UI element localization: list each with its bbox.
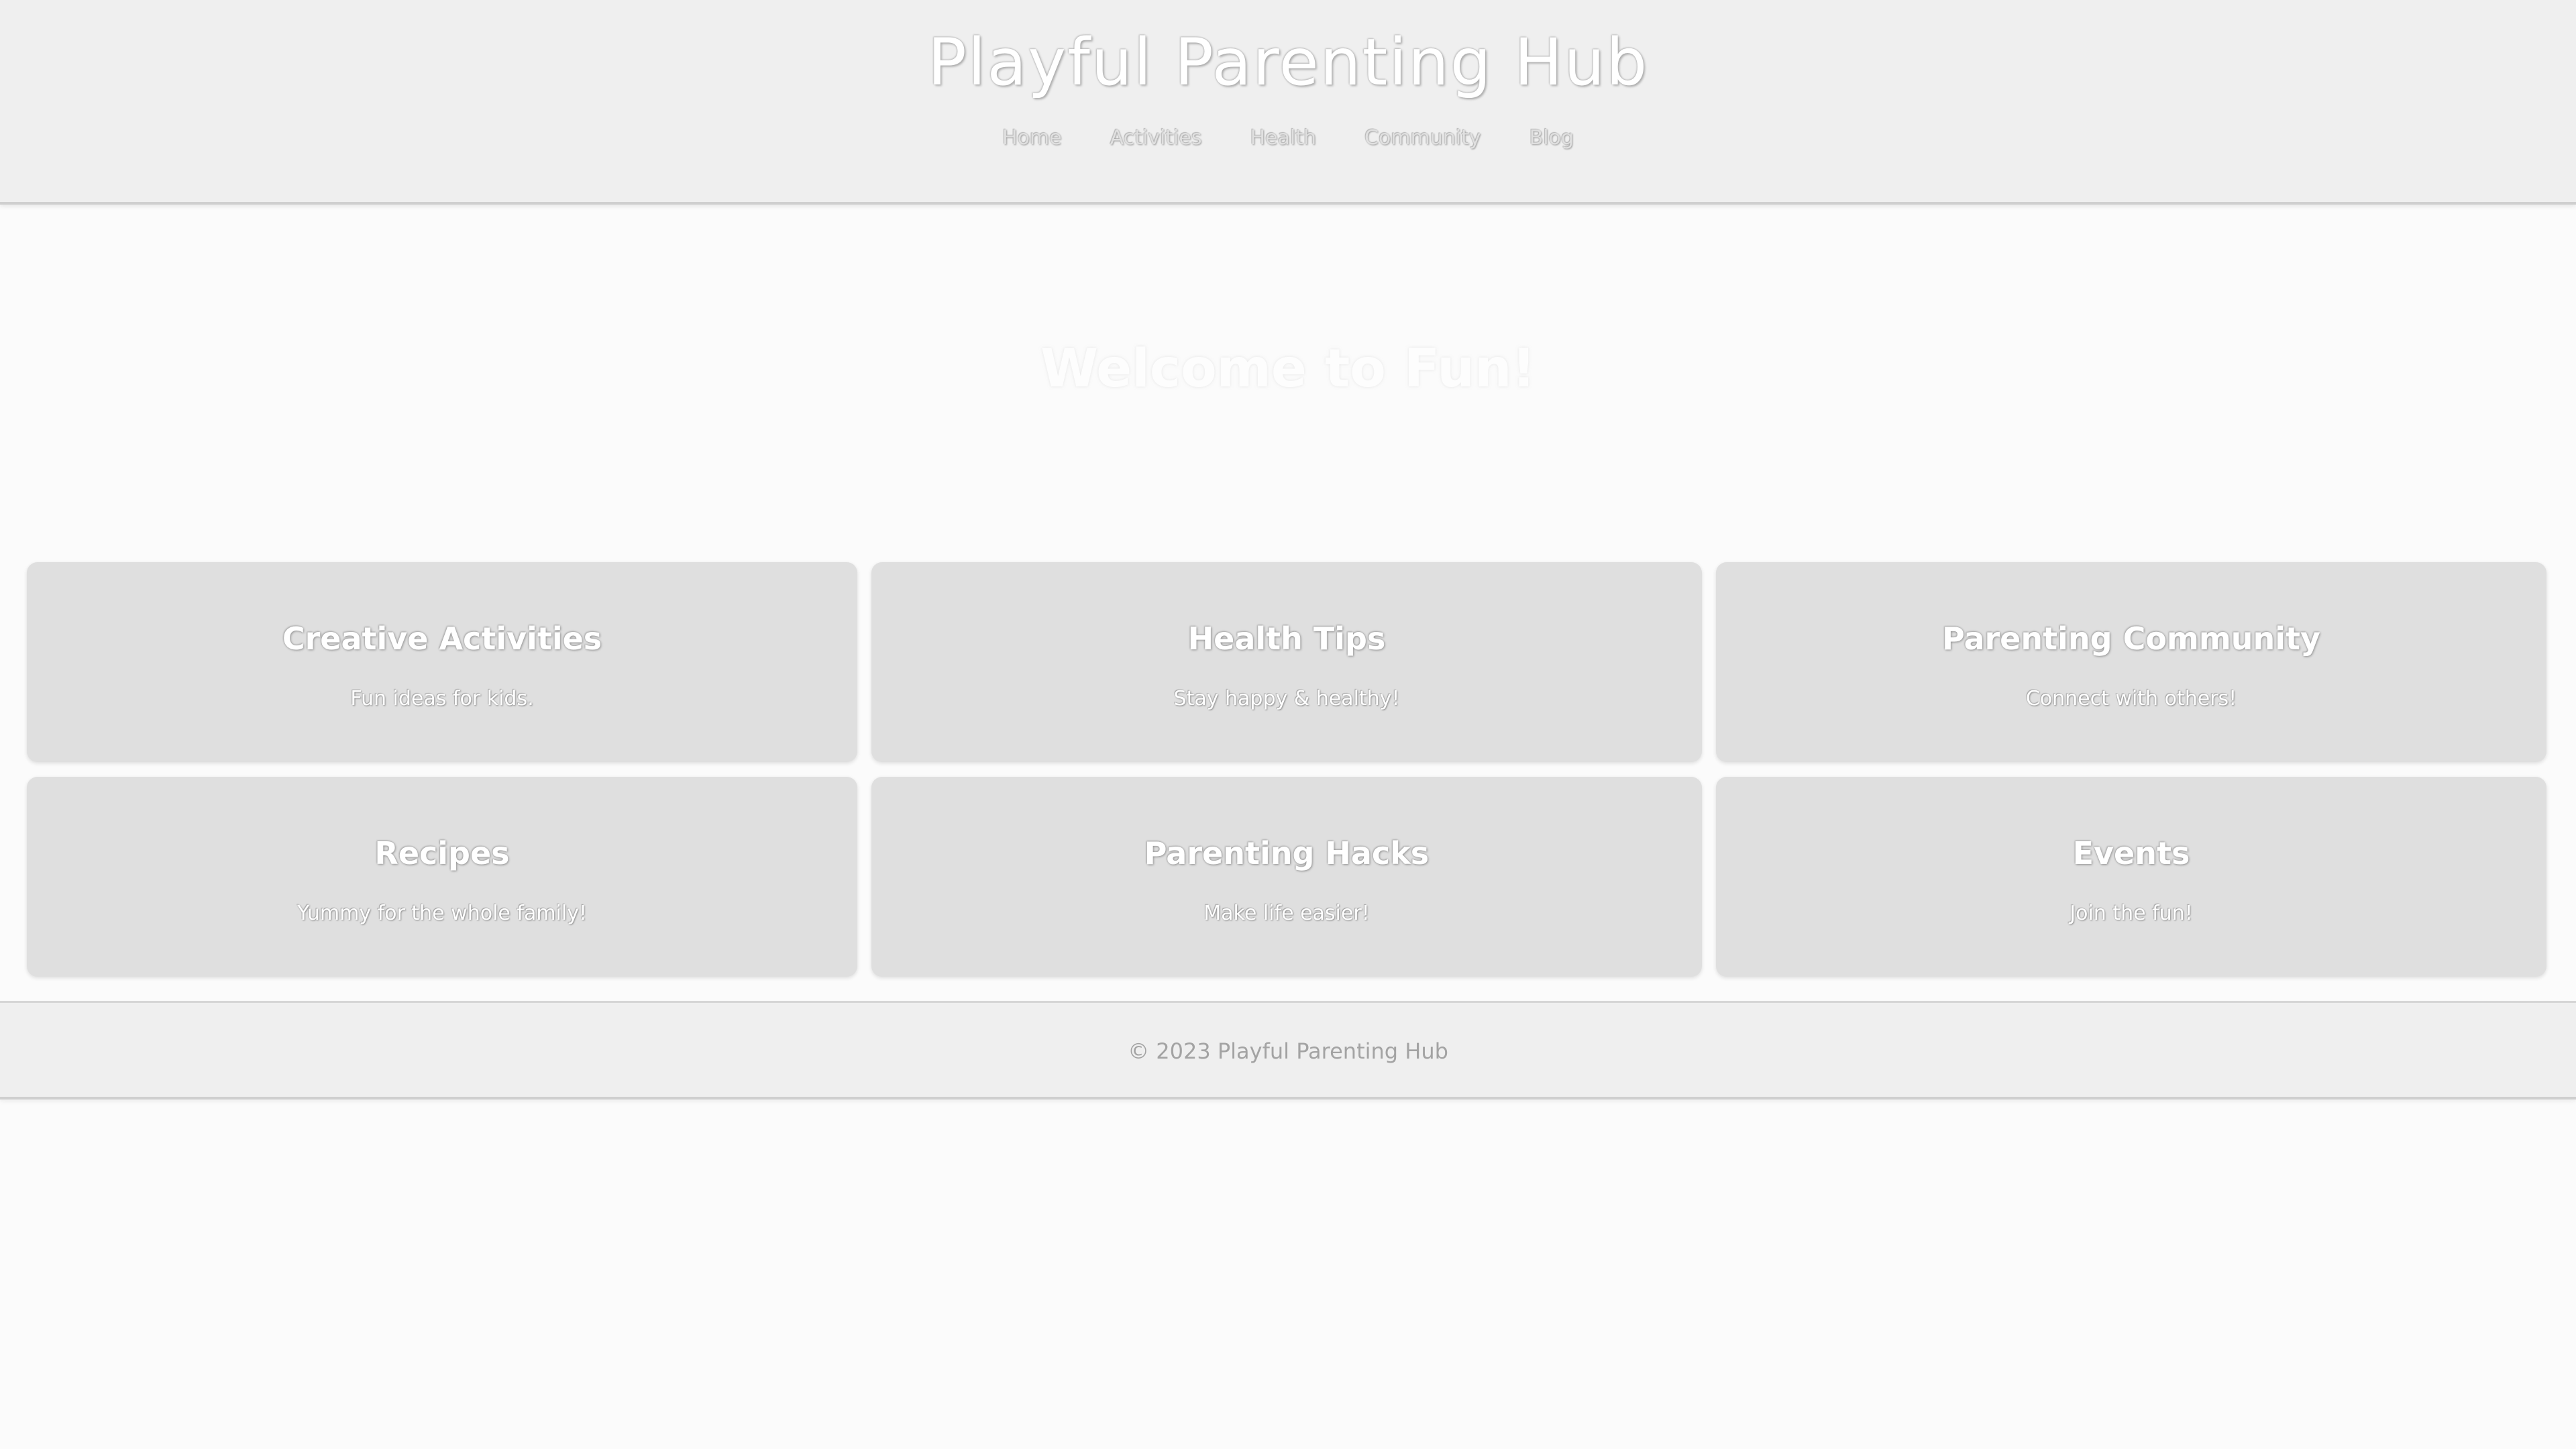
main-nav: Home Activities Health Community Blog (0, 121, 2576, 156)
card-title: Events (2072, 835, 2190, 871)
card-description: Yummy for the whole family! (297, 902, 588, 925)
feature-cards: Creative Activities Fun ideas for kids. … (27, 562, 2549, 977)
nav-link-home[interactable]: Home (1001, 121, 1063, 156)
card-description: Join the fun! (2070, 902, 2193, 925)
site-header: Playful Parenting Hub Home Activities He… (0, 0, 2576, 205)
card-title: Creative Activities (282, 621, 602, 657)
card-title: Parenting Community (1941, 621, 2321, 657)
footer-copyright: © 2023 Playful Parenting Hub (1128, 1038, 1448, 1064)
card-description: Stay happy & healthy! (1173, 687, 1400, 710)
card-parenting-community[interactable]: Parenting Community Connect with others! (1716, 562, 2546, 762)
card-description: Make life easier! (1203, 902, 1370, 925)
hero-title: Welcome to Fun! (1040, 339, 1536, 399)
card-description: Fun ideas for kids. (350, 687, 534, 710)
card-title: Recipes (374, 835, 510, 871)
card-creative-activities[interactable]: Creative Activities Fun ideas for kids. (27, 562, 857, 762)
card-title: Parenting Hacks (1144, 835, 1430, 871)
card-title: Health Tips (1187, 621, 1386, 657)
nav-link-community[interactable]: Community (1363, 121, 1483, 156)
card-recipes[interactable]: Recipes Yummy for the whole family! (27, 777, 857, 977)
nav-link-blog[interactable]: Blog (1528, 121, 1575, 156)
nav-link-activities[interactable]: Activities (1109, 121, 1203, 156)
card-health-tips[interactable]: Health Tips Stay happy & healthy! (871, 562, 1702, 762)
nav-link-health[interactable]: Health (1248, 121, 1318, 156)
card-parenting-hacks[interactable]: Parenting Hacks Make life easier! (871, 777, 1702, 977)
site-title: Playful Parenting Hub (927, 25, 1649, 100)
site-footer: © 2023 Playful Parenting Hub (0, 1001, 2576, 1099)
card-description: Connect with others! (2025, 687, 2237, 710)
card-events[interactable]: Events Join the fun! (1716, 777, 2546, 977)
